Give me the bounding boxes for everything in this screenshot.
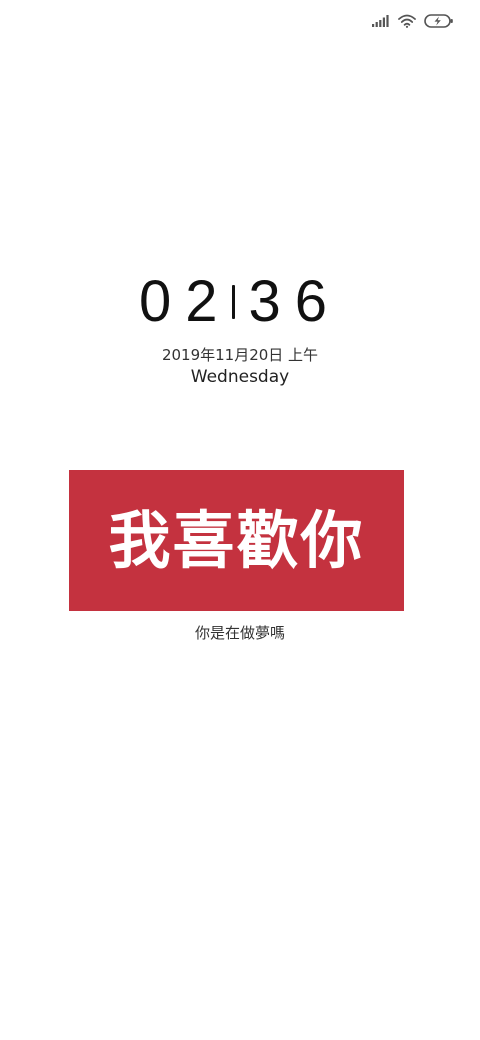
clock-time: 02 36 <box>139 272 341 332</box>
wifi-icon <box>398 14 416 28</box>
clock-hour: 02 <box>138 269 232 334</box>
battery-charging-icon <box>424 14 454 28</box>
status-bar <box>372 10 454 32</box>
lock-screen: 02 36 2019年11月20日 上午 Wednesday 我喜歡你 你是在做… <box>0 0 480 1040</box>
banner-text: 我喜歡你 <box>108 503 365 577</box>
clock: 02 36 <box>0 272 480 332</box>
signal-icon <box>372 15 390 27</box>
clock-weekday: Wednesday <box>190 367 290 387</box>
clock-minute: 36 <box>248 269 342 334</box>
banner-caption: 你是在做夢嗎 <box>194 624 285 642</box>
clock-separator <box>231 285 235 319</box>
clock-date: 2019年11月20日 上午 <box>161 346 319 364</box>
banner-image: 我喜歡你 <box>69 470 404 611</box>
